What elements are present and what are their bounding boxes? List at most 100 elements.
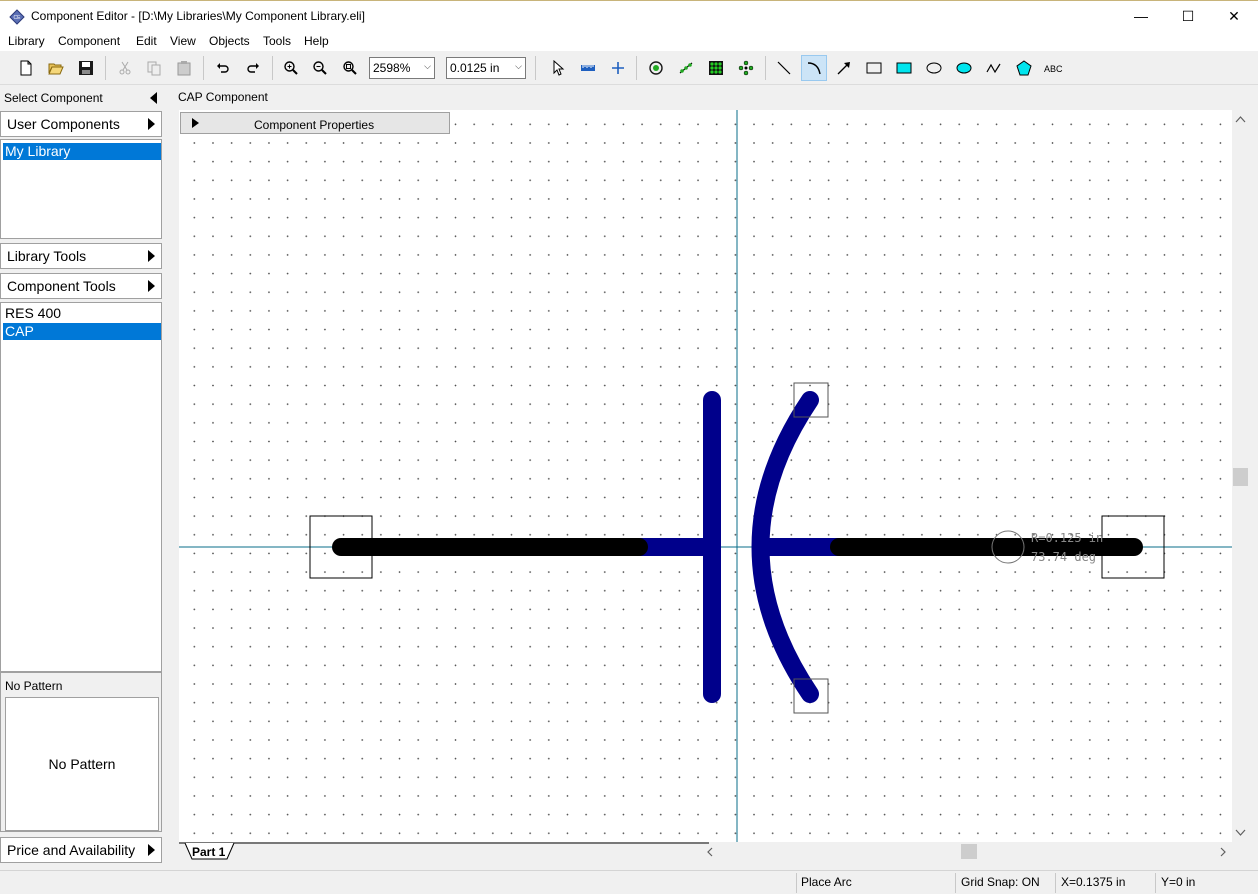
scroll-down-icon[interactable] xyxy=(1235,829,1246,836)
list-item-my-library[interactable]: My Library xyxy=(3,143,161,160)
component-tools-button[interactable]: Component Tools xyxy=(0,273,162,299)
status-separator xyxy=(955,873,956,893)
save-button[interactable] xyxy=(73,55,99,81)
arc-icon xyxy=(807,62,821,75)
pin-target-icon xyxy=(649,61,663,75)
toolbar-separator xyxy=(765,56,766,80)
status-separator xyxy=(1055,873,1056,893)
drawing-canvas[interactable]: R=0.125 in 73.74 deg xyxy=(179,110,1232,842)
pin-grid-tool-button[interactable] xyxy=(703,55,729,81)
component-properties-tab[interactable]: Component Properties xyxy=(180,112,450,134)
scroll-left-icon[interactable] xyxy=(707,847,713,857)
redo-button[interactable] xyxy=(240,55,266,81)
menu-objects[interactable]: Objects xyxy=(209,34,250,48)
pattern-preview-text: No Pattern xyxy=(48,756,116,772)
filled-ellipse-icon xyxy=(956,62,972,74)
polygon-tool-button[interactable] xyxy=(1011,55,1037,81)
expand-right-icon xyxy=(192,118,199,128)
part-tab-label[interactable]: Part 1 xyxy=(192,845,225,859)
pin-tool-button[interactable] xyxy=(643,55,669,81)
list-item-label: RES 400 xyxy=(5,305,62,321)
select-tool-button[interactable] xyxy=(545,55,571,81)
copy-icon xyxy=(147,61,161,76)
origin-tool-button[interactable] xyxy=(605,55,631,81)
arc-tool-button[interactable] xyxy=(801,55,827,81)
select-component-label: Select Component xyxy=(4,91,103,105)
rectangle-tool-button[interactable] xyxy=(861,55,887,81)
polygon-icon xyxy=(1016,60,1032,76)
line-icon xyxy=(777,61,791,75)
pin-cross-tool-button[interactable] xyxy=(733,55,759,81)
user-components-button[interactable]: User Components xyxy=(0,111,162,137)
line-tool-button[interactable] xyxy=(771,55,797,81)
zoom-out-icon xyxy=(313,61,327,75)
scroll-right-icon[interactable] xyxy=(1220,847,1226,857)
list-item-cap[interactable]: CAP xyxy=(3,323,161,340)
zoom-level-select[interactable]: 2598% ⌵ xyxy=(369,57,435,79)
price-availability-button[interactable]: Price and Availability xyxy=(0,837,162,863)
panel-splitter[interactable] xyxy=(165,87,171,867)
ruler-icon xyxy=(581,65,595,71)
polyline-tool-button[interactable] xyxy=(981,55,1007,81)
chevron-down-icon: ⌵ xyxy=(424,61,431,71)
menu-help[interactable]: Help xyxy=(304,34,329,48)
measure-tool-button[interactable] xyxy=(575,55,601,81)
horizontal-scroll-thumb[interactable] xyxy=(961,844,977,859)
pointer-arrow-icon xyxy=(553,60,565,76)
vertical-scrollbar[interactable] xyxy=(1232,110,1249,842)
copy-button[interactable] xyxy=(141,55,167,81)
pattern-header: No Pattern xyxy=(5,679,63,693)
collapse-left-icon[interactable] xyxy=(150,92,157,104)
toolbar-separator xyxy=(203,56,204,80)
close-button[interactable]: ✕ xyxy=(1211,1,1257,31)
arrow-tool-button[interactable] xyxy=(831,55,857,81)
zoom-out-button[interactable] xyxy=(307,55,333,81)
toolbar: 2598% ⌵ 0.0125 in ⌵ ABC xyxy=(0,51,1258,85)
new-file-button[interactable] xyxy=(13,55,39,81)
menu-tools[interactable]: Tools xyxy=(263,34,291,48)
component-tools-label: Component Tools xyxy=(7,278,116,294)
open-file-button[interactable] xyxy=(43,55,69,81)
grid-size-select[interactable]: 0.0125 in ⌵ xyxy=(446,57,526,79)
expand-right-icon xyxy=(148,280,155,292)
menu-view[interactable]: View xyxy=(170,34,196,48)
status-separator xyxy=(1155,873,1156,893)
pin-array-icon xyxy=(679,62,693,74)
text-abc-icon: ABC xyxy=(1044,64,1063,74)
polyline-icon xyxy=(986,63,1001,74)
zoom-fit-button[interactable] xyxy=(337,55,363,81)
save-disk-icon xyxy=(79,61,93,75)
new-file-icon xyxy=(20,60,32,76)
list-item-res-400[interactable]: RES 400 xyxy=(3,305,161,322)
menu-edit[interactable]: Edit xyxy=(136,34,157,48)
ellipse-tool-button[interactable] xyxy=(921,55,947,81)
multi-pin-tool-button[interactable] xyxy=(673,55,699,81)
vertical-scroll-thumb[interactable] xyxy=(1233,468,1248,486)
scroll-up-icon[interactable] xyxy=(1235,116,1246,123)
list-item-label: My Library xyxy=(5,143,71,159)
filled-ellipse-tool-button[interactable] xyxy=(951,55,977,81)
svg-text:ABC: ABC xyxy=(1044,64,1063,74)
toolbar-separator xyxy=(272,56,273,80)
zoom-level-value: 2598% xyxy=(373,61,411,75)
cut-button[interactable] xyxy=(112,55,138,81)
menu-library[interactable]: Library xyxy=(8,34,45,48)
library-tools-button[interactable]: Library Tools xyxy=(0,243,162,269)
pattern-panel: No Pattern No Pattern xyxy=(0,672,162,832)
undo-button[interactable] xyxy=(210,55,236,81)
paste-button[interactable] xyxy=(171,55,197,81)
minimize-button[interactable]: — xyxy=(1118,1,1164,31)
title-bar: CE Component Editor - [D:\My Libraries\M… xyxy=(0,0,1258,31)
paste-clipboard-icon xyxy=(177,61,191,76)
maximize-button[interactable]: ☐ xyxy=(1165,1,1211,31)
window-title: Component Editor - [D:\My Libraries\My C… xyxy=(31,9,365,23)
status-y-coordinate: Y=0 in xyxy=(1161,875,1196,889)
text-tool-button[interactable]: ABC xyxy=(1041,55,1067,81)
toolbar-separator xyxy=(105,56,106,80)
zoom-in-button[interactable] xyxy=(278,55,304,81)
status-grid-snap: Grid Snap: ON xyxy=(961,875,1040,889)
filled-rectangle-tool-button[interactable] xyxy=(891,55,917,81)
menu-component[interactable]: Component xyxy=(58,34,120,48)
close-icon: ✕ xyxy=(1228,7,1240,24)
filled-rectangle-icon xyxy=(896,62,912,74)
